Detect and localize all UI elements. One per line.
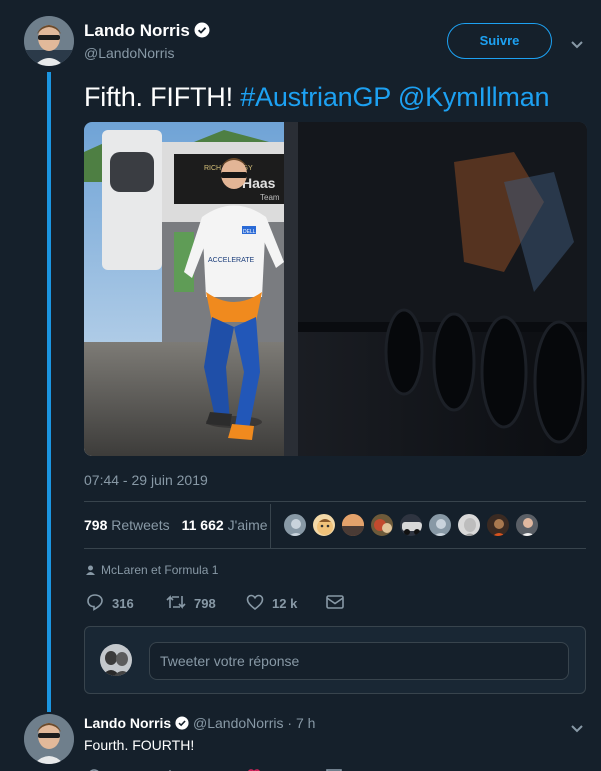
retweet-icon[interactable] xyxy=(166,764,246,771)
reply-icon[interactable] xyxy=(86,764,166,771)
like-button[interactable]: 12 k xyxy=(246,594,326,613)
tweet-text: Fifth. FIFTH! #AustrianGP @KymIllman xyxy=(84,82,550,113)
like-icon[interactable] xyxy=(246,764,326,771)
chevron-down-icon[interactable] xyxy=(570,37,584,49)
second-tweet-time[interactable]: · 7 h xyxy=(287,715,315,731)
author-handle[interactable]: @LandoNorris xyxy=(84,45,174,61)
photo-sign-haas: Haas xyxy=(242,175,276,191)
reply-button[interactable]: 316 xyxy=(86,593,166,614)
tweet-stats: 798 Retweets 11 662 J'aime xyxy=(84,517,268,533)
tweet-photo[interactable]: RICH ENERGY Haas Team ACCELERATE DELL xyxy=(84,122,587,456)
divider-top xyxy=(84,501,586,502)
photo-sign-team: Team xyxy=(260,193,280,202)
tweet-timestamp[interactable]: 07:44 - 29 juin 2019 xyxy=(84,472,208,488)
author-avatar[interactable] xyxy=(24,16,74,66)
retweets-stat[interactable]: 798 Retweets xyxy=(84,517,170,533)
verified-icon xyxy=(175,716,189,733)
message-icon[interactable] xyxy=(326,764,342,771)
photo-sign-accelerate: ACCELERATE xyxy=(208,257,254,264)
reply-count: 316 xyxy=(112,596,134,611)
liker-avatars xyxy=(283,513,544,539)
second-author-avatar[interactable] xyxy=(24,714,74,764)
liker-avatar[interactable] xyxy=(283,513,307,537)
second-author-handle[interactable]: @LandoNorris xyxy=(193,715,283,731)
author-name-row[interactable]: Lando Norris xyxy=(84,21,210,43)
chevron-down-icon[interactable] xyxy=(570,721,584,733)
tweet-text-plain: Fifth. FIFTH! xyxy=(84,82,241,112)
verified-icon xyxy=(194,22,210,43)
liker-avatar[interactable] xyxy=(428,513,452,537)
reply-icon xyxy=(86,593,112,614)
liker-avatar[interactable] xyxy=(341,513,365,537)
message-icon xyxy=(326,595,352,612)
like-count: 12 k xyxy=(272,596,298,611)
retweet-icon xyxy=(166,594,194,613)
like-icon xyxy=(246,594,272,613)
retweet-count: 798 xyxy=(194,596,216,611)
tweet-context: McLaren et Formula 1 xyxy=(86,563,218,577)
retweets-label[interactable]: Retweets xyxy=(111,517,169,533)
likes-label[interactable]: J'aime xyxy=(228,517,268,533)
retweet-button[interactable]: 798 xyxy=(166,594,246,613)
author-name[interactable]: Lando Norris xyxy=(84,21,190,40)
divider-mid xyxy=(84,548,586,549)
tweet-actions: 316 798 12 k xyxy=(86,593,352,614)
message-button[interactable] xyxy=(326,595,352,612)
reply-composer xyxy=(84,626,586,694)
person-icon xyxy=(86,563,101,577)
retweets-count[interactable]: 798 xyxy=(84,517,107,533)
follow-button[interactable]: Suivre xyxy=(447,23,552,59)
context-text[interactable]: McLaren et Formula 1 xyxy=(101,563,218,577)
liker-avatar[interactable] xyxy=(312,513,336,537)
current-user-avatar[interactable] xyxy=(100,644,132,676)
liker-avatar[interactable] xyxy=(370,513,394,537)
second-tweet-actions xyxy=(86,764,342,771)
likes-stat[interactable]: 11 662 J'aime xyxy=(182,517,268,533)
liker-avatar[interactable] xyxy=(457,513,481,537)
liker-avatar[interactable] xyxy=(515,513,539,537)
liker-avatar[interactable] xyxy=(486,513,510,537)
photo-sign-dell: DELL xyxy=(243,229,256,235)
second-tweet-header: Lando Norris @LandoNorris · 7 h xyxy=(84,715,315,733)
mention-link[interactable]: @KymIllman xyxy=(398,82,550,112)
stats-separator xyxy=(270,504,271,548)
likes-count[interactable]: 11 662 xyxy=(182,517,224,533)
thread-line xyxy=(47,72,51,712)
second-tweet-text: Fourth. FOURTH! xyxy=(84,737,195,753)
second-author-name[interactable]: Lando Norris xyxy=(84,715,171,731)
reply-input[interactable] xyxy=(149,642,569,680)
liker-avatar[interactable] xyxy=(399,513,423,537)
hashtag-link[interactable]: #AustrianGP xyxy=(240,82,391,112)
